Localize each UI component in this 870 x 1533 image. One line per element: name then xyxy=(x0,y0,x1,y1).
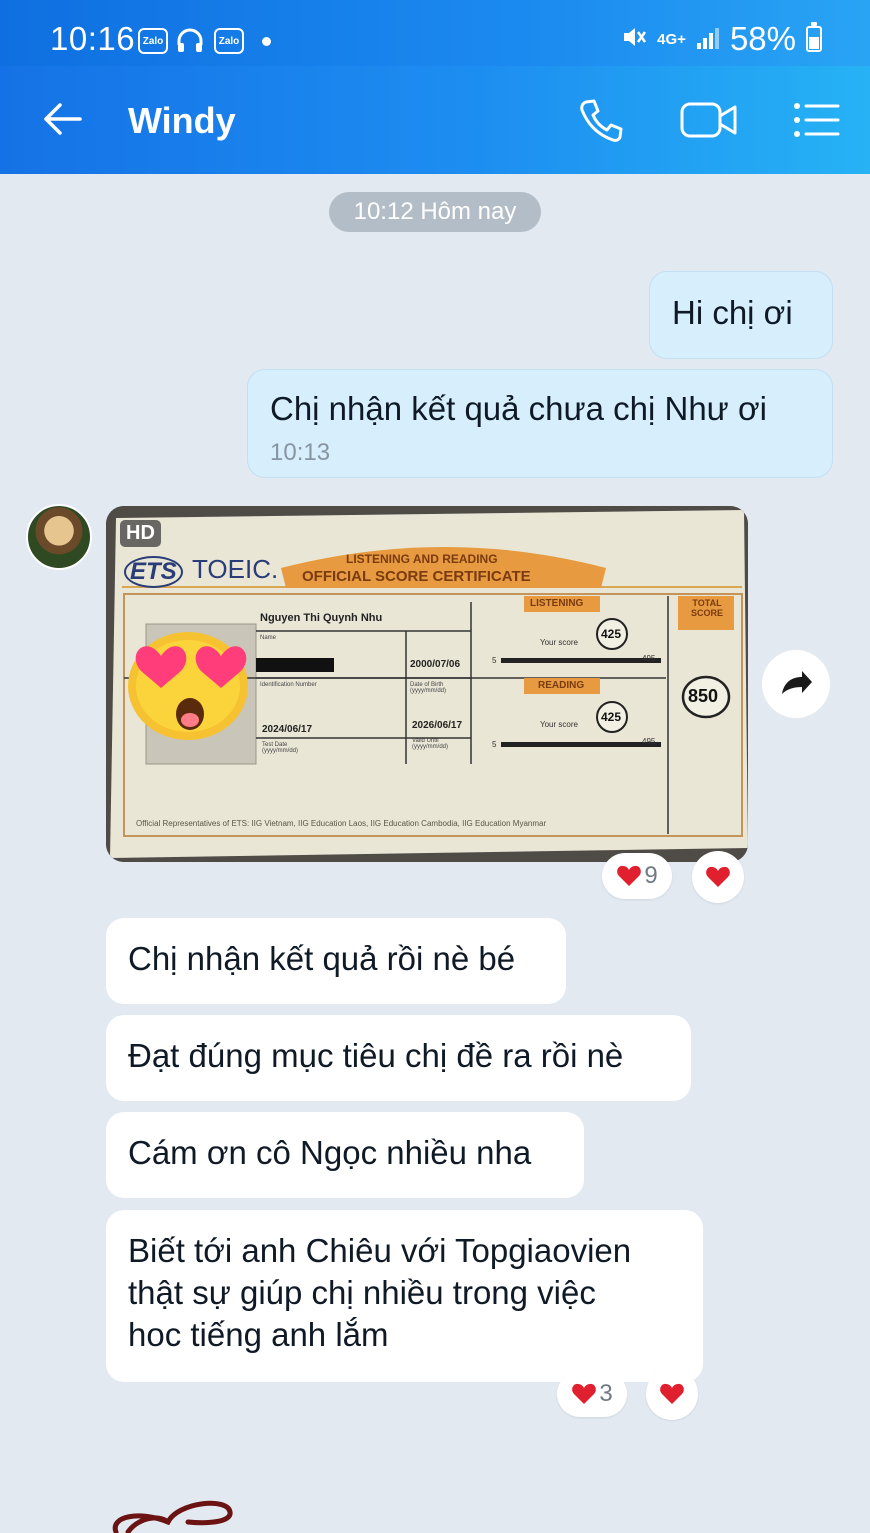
sticker-bow-icon[interactable] xyxy=(108,1492,238,1533)
reading-scale-min: 5 xyxy=(492,740,497,749)
test-date-value: 2024/06/17 xyxy=(262,724,313,735)
candidate-name: Nguyen Thi Quynh Nhu xyxy=(260,612,383,624)
message-recv-1[interactable]: Chị nhận kết quả rồi nè bé xyxy=(106,918,566,1004)
video-call-icon[interactable] xyxy=(680,96,738,144)
message-time: 10:13 xyxy=(270,438,331,466)
message-sent-2[interactable]: Chị nhận kết quả chưa chị Như ơi 10:13 xyxy=(247,369,833,478)
message-text: Chị nhận kết quả chưa chị Như ơi xyxy=(270,390,767,427)
heart-icon xyxy=(617,865,642,886)
certificate-title-2: OFFICIAL SCORE CERTIFICATE xyxy=(302,568,531,585)
avatar[interactable] xyxy=(26,504,92,570)
valid-until-label: Valid Until (yyyy/mm/dd) xyxy=(412,738,448,750)
message-text-line-1: Biết tới anh Chiêu với Topgiaovien xyxy=(128,1232,632,1269)
name-label: Name xyxy=(260,635,277,641)
network-type: 4G+ xyxy=(657,30,686,48)
listening-scale-min: 5 xyxy=(492,656,497,665)
dob-label: Date of Birth (yyyy/mm/dd) xyxy=(410,682,446,694)
listening-your-score: Your score xyxy=(540,638,578,647)
listening-score: 425 xyxy=(601,627,622,641)
message-text-line-2: thật sự giúp chị nhiều trong việc xyxy=(128,1274,596,1312)
battery-percent: 58% xyxy=(729,20,796,57)
total-score-label: TOTAL SCORE xyxy=(690,598,723,618)
certificate-title-1: LISTENING AND READING xyxy=(346,552,498,566)
react-button-2[interactable] xyxy=(646,1368,698,1420)
signal-icon xyxy=(696,20,720,58)
reading-label: READING xyxy=(538,680,585,691)
message-recv-4[interactable]: Biết tới anh Chiêu với Topgiaovien thật … xyxy=(106,1210,703,1382)
share-arrow-icon xyxy=(782,671,812,694)
reading-score: 425 xyxy=(601,710,622,724)
battery-icon xyxy=(806,22,822,52)
status-time: 10:16 xyxy=(50,20,136,57)
hd-badge: HD xyxy=(120,520,161,547)
mute-vibrate-icon xyxy=(621,20,647,58)
toeic-logo: TOEIC. xyxy=(192,554,279,584)
reaction-count-badge-2[interactable]: 3 xyxy=(557,1371,627,1417)
reading-your-score: Your score xyxy=(540,720,578,729)
listening-label: LISTENING xyxy=(530,598,584,609)
reaction-count: 3 xyxy=(599,1380,613,1407)
react-button[interactable] xyxy=(692,851,744,903)
heart-icon xyxy=(660,1383,684,1404)
message-text: Cám ơn cô Ngọc nhiều nha xyxy=(128,1134,532,1171)
heart-icon xyxy=(706,866,730,887)
message-text: Đạt đúng mục tiêu chị đề ra rồi nè xyxy=(128,1037,624,1074)
reaction-count: 9 xyxy=(644,862,658,889)
status-bar: 10:16 Zalo Zalo 4G+ 58% xyxy=(0,0,870,66)
phone-icon[interactable] xyxy=(576,96,626,144)
image-message[interactable]: Official Representatives of ETS: IIG Vie… xyxy=(106,506,748,862)
notification-dot xyxy=(262,37,271,46)
chat-area[interactable]: 10:12 Hôm nay Hi chị ơi Chị nhận kết quả… xyxy=(0,174,870,1533)
zalo-notification-icon: Zalo xyxy=(138,28,168,54)
message-text-line-3: hoc tiếng anh lắm xyxy=(128,1316,389,1354)
contact-name[interactable]: Windy xyxy=(128,100,236,142)
headphones-icon xyxy=(176,28,204,54)
heart-icon xyxy=(572,1383,597,1404)
valid-until-value: 2026/06/17 xyxy=(412,720,463,731)
listening-scale-max: 495 xyxy=(642,654,656,663)
ets-logo: ETS xyxy=(124,556,183,588)
date-separator: 10:12 Hôm nay xyxy=(329,192,541,232)
total-score: 850 xyxy=(688,686,719,706)
dob-value: 2000/07/06 xyxy=(410,659,461,670)
zalo-notification-icon-2: Zalo xyxy=(214,28,244,54)
message-recv-2[interactable]: Đạt đúng mục tiêu chị đề ra rồi nè xyxy=(106,1015,691,1101)
reading-scale-max: 495 xyxy=(642,737,656,746)
message-sent-1[interactable]: Hi chị ơi xyxy=(649,271,833,359)
certificate-footer: Official Representatives of ETS: IIG Vie… xyxy=(136,819,546,828)
menu-list-icon[interactable] xyxy=(792,96,842,144)
back-arrow-icon[interactable] xyxy=(40,96,86,142)
message-text: Hi chị ơi xyxy=(672,294,793,331)
share-button[interactable] xyxy=(762,650,830,718)
status-right: 4G+ 58% xyxy=(621,20,822,58)
message-recv-3[interactable]: Cám ơn cô Ngọc nhiều nha xyxy=(106,1112,584,1198)
id-label: Identification Number xyxy=(260,682,317,688)
chat-header: Windy xyxy=(0,66,870,174)
message-text: Chị nhận kết quả rồi nè bé xyxy=(128,940,516,977)
test-date-label: Test Date (yyyy/mm/dd) xyxy=(262,742,298,754)
reaction-count-badge[interactable]: 9 xyxy=(602,853,672,899)
